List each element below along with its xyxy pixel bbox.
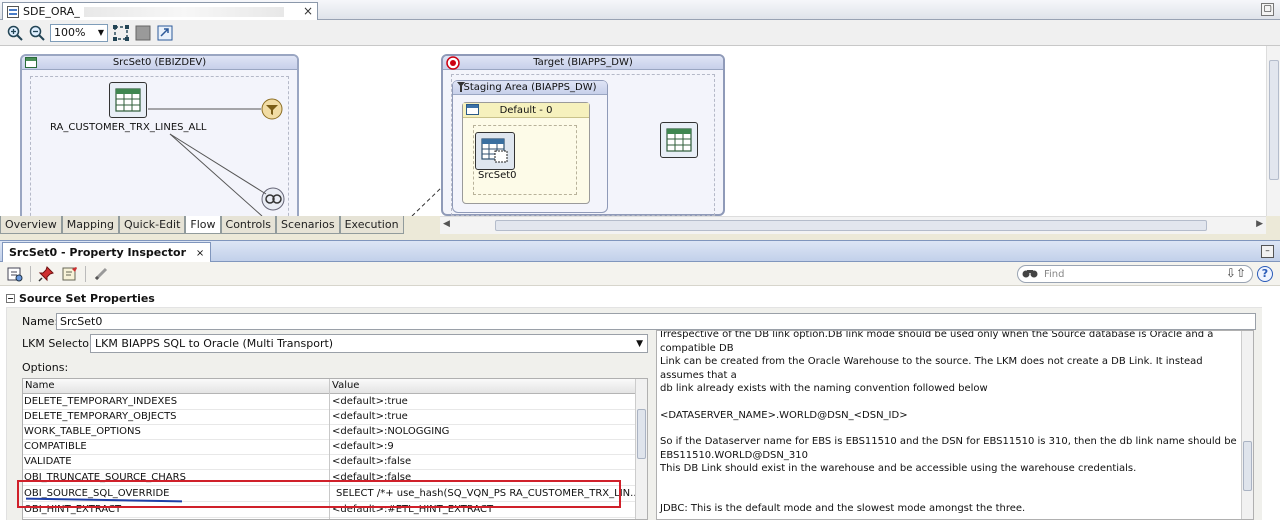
binoculars-icon <box>1022 267 1038 282</box>
find-navigation-icons[interactable]: ⇩⇧ <box>1226 266 1246 280</box>
scroll-thumb[interactable] <box>495 220 1207 231</box>
diagram-toolbar: 100% ▼ <box>0 20 1280 46</box>
layout-icon[interactable] <box>134 24 152 42</box>
close-icon[interactable]: × <box>196 248 204 259</box>
default-dataset-label: Default - 0 <box>499 105 553 116</box>
section-title: Source Set Properties <box>19 292 155 305</box>
option-description-text: Irrespective of the DB link option.DB li… <box>660 330 1237 514</box>
scroll-left-icon[interactable]: ◀ <box>443 219 450 229</box>
staging-area-label: Staging Area (BIAPPS_DW) <box>463 82 597 93</box>
target-table-node[interactable] <box>660 122 698 158</box>
dataset-table-icon <box>466 104 479 120</box>
mapping-file-icon <box>7 5 19 18</box>
chevron-down-icon: ▼ <box>97 28 104 37</box>
srcset0-label: SrcSet0 <box>478 170 517 181</box>
pencil-icon[interactable] <box>92 265 110 283</box>
help-icon[interactable]: ? <box>1257 266 1273 282</box>
fit-to-window-icon[interactable] <box>112 24 130 42</box>
description-scrollbar[interactable] <box>1241 331 1253 519</box>
tab-overview[interactable]: Overview <box>0 216 62 234</box>
editor-tab-title: SDE_ORA_ <box>23 5 80 18</box>
redacted-title <box>83 6 284 17</box>
zoom-select[interactable]: 100% ▼ <box>50 23 108 42</box>
target-group-title: Target (BIAPPS_DW) <box>443 56 723 70</box>
property-inspector-tab[interactable]: SrcSet0 - Property Inspector × <box>2 242 212 262</box>
column-header-name[interactable]: Name <box>25 380 55 391</box>
toolbar-separator <box>85 265 86 282</box>
tab-controls[interactable]: Controls <box>220 216 277 234</box>
pin-icon[interactable] <box>37 265 55 283</box>
minimize-icon[interactable]: – <box>1261 245 1274 258</box>
diagram-vertical-scrollbar[interactable] <box>1266 46 1280 216</box>
tab-mapping[interactable]: Mapping <box>61 216 120 234</box>
scroll-right-icon[interactable]: ▶ <box>1256 219 1263 229</box>
name-label: Name: <box>22 315 59 328</box>
maximize-icon[interactable]: ▢ <box>1261 3 1274 16</box>
staging-area-title: Staging Area (BIAPPS_DW) <box>453 81 607 95</box>
editor-tab[interactable]: SDE_ORA_ × <box>2 2 318 20</box>
synchronize-icon[interactable] <box>6 265 24 283</box>
zoom-value: 100% <box>54 26 86 39</box>
scroll-thumb[interactable] <box>1269 60 1279 180</box>
target-group-label: Target (BIAPPS_DW) <box>533 57 633 68</box>
scroll-thumb[interactable] <box>1243 441 1252 491</box>
zoom-in-icon[interactable] <box>6 24 24 42</box>
tab-quick-edit[interactable]: Quick-Edit <box>119 216 186 234</box>
lkm-selector-dropdown[interactable]: LKM BIAPPS SQL to Oracle (Multi Transpor… <box>90 334 648 353</box>
edit-properties-icon[interactable] <box>61 265 79 283</box>
tab-flow[interactable]: Flow <box>185 216 221 234</box>
target-icon <box>446 56 460 75</box>
diagram-canvas[interactable]: SrcSet0 (EBIZDEV) RA_CUSTOMER_TRX_LINES_… <box>0 46 1266 216</box>
option-description-panel: Irrespective of the DB link option.DB li… <box>656 330 1254 520</box>
toolbar-separator <box>30 265 31 282</box>
name-field[interactable]: SrcSet0 <box>56 313 1256 330</box>
source-set-icon <box>481 138 508 163</box>
scroll-thumb[interactable] <box>637 409 646 459</box>
zoom-out-icon[interactable] <box>28 24 46 42</box>
property-inspector-title: SrcSet0 - Property Inspector <box>9 246 187 259</box>
options-scrollbar[interactable] <box>635 379 647 519</box>
lkm-selected-value: LKM BIAPPS SQL to Oracle (Multi Transpor… <box>95 337 334 350</box>
staging-icon <box>455 81 467 98</box>
close-icon[interactable]: × <box>303 4 313 18</box>
lkm-selector-label: LKM Selector: <box>22 337 98 350</box>
highlight-annotation-box <box>17 480 621 508</box>
section-header[interactable]: − Source Set Properties <box>6 290 1262 308</box>
collapse-icon[interactable]: − <box>6 294 15 303</box>
editor-bottom-tabs: Overview Mapping Quick-Edit Flow Control… <box>0 216 440 234</box>
export-diagram-icon[interactable] <box>156 24 174 42</box>
find-placeholder: Find <box>1044 268 1065 280</box>
property-inspector-toolbar: Find ⇩⇧ ? <box>0 262 1280 286</box>
srcset0-node[interactable] <box>475 132 515 170</box>
find-input[interactable]: Find ⇩⇧ <box>1017 265 1253 283</box>
diagram-horizontal-scrollbar[interactable]: ◀ ▶ <box>440 216 1266 234</box>
options-label: Options: <box>22 361 69 374</box>
default-dataset-title: Default - 0 <box>463 103 589 118</box>
property-inspector-header: SrcSet0 - Property Inspector × – <box>0 240 1280 262</box>
table-icon <box>666 128 692 152</box>
tab-scenarios[interactable]: Scenarios <box>276 216 340 234</box>
column-header-value[interactable]: Value <box>332 380 359 391</box>
chevron-down-icon: ▼ <box>636 338 643 349</box>
editor-tab-bar: SDE_ORA_ × ▢ <box>0 0 1280 20</box>
tab-execution[interactable]: Execution <box>339 216 404 234</box>
